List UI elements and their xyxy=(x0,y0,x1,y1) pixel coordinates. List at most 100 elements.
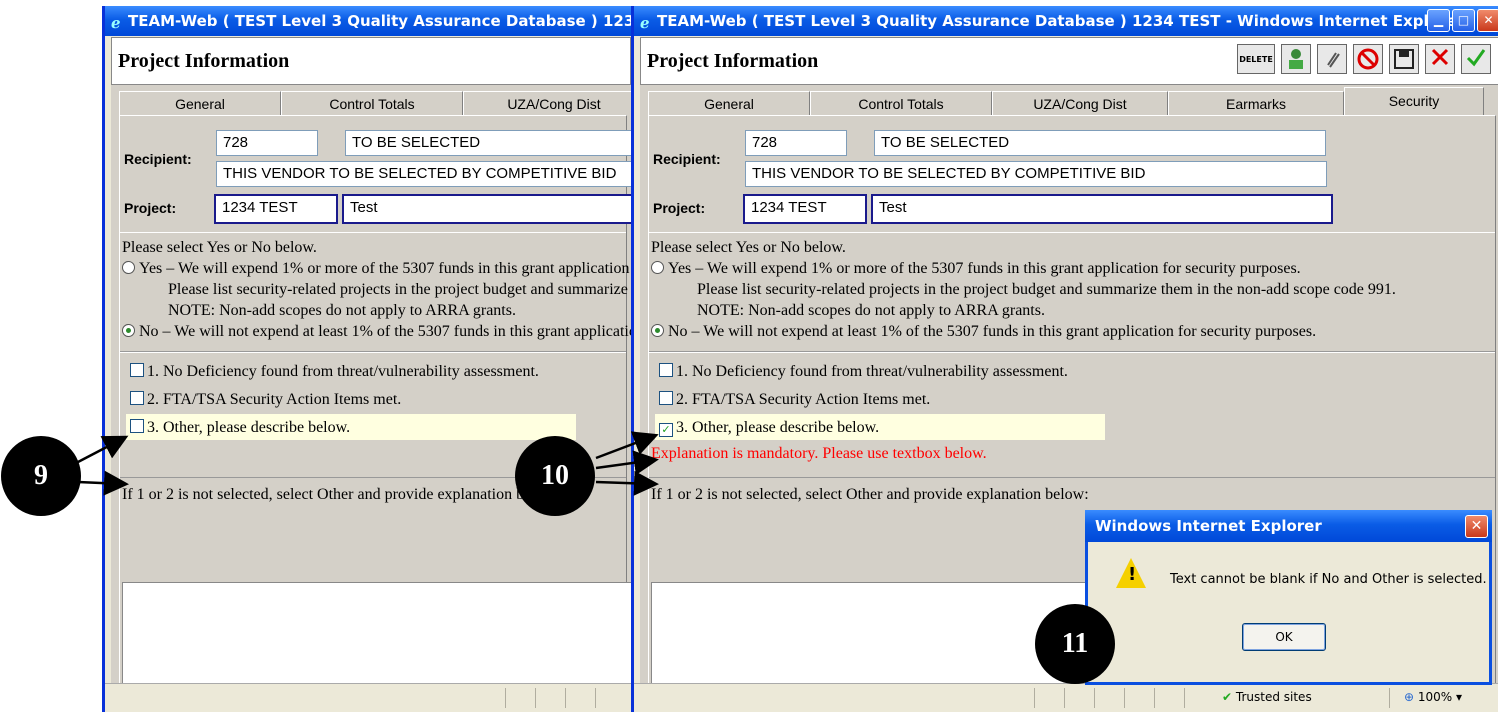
ie-logo-icon: ℯ xyxy=(640,14,650,32)
tab-general[interactable]: General xyxy=(648,91,810,115)
checkbox-3[interactable]: 3. Other, please describe below. xyxy=(130,419,350,437)
minimize-button[interactable]: ▁ xyxy=(1427,9,1450,32)
checkbox-3[interactable]: ✓ 3. Other, please describe below. xyxy=(659,419,879,437)
no-option[interactable]: No – We will not expend at least 1% of t… xyxy=(122,323,635,341)
checkbox-3-box[interactable]: ✓ xyxy=(659,423,673,437)
yes-option-label: Yes – We will expend 1% or more of the 5… xyxy=(668,260,1301,277)
recipient-id-field[interactable]: 728 xyxy=(216,130,318,156)
security-choice-section: Please select Yes or No below. Yes – We … xyxy=(649,232,1495,352)
status-divider xyxy=(1094,688,1095,708)
yes-note-2: NOTE: Non-add scopes do not apply to ARR… xyxy=(168,302,516,319)
page-header: Project Information DELETE xyxy=(640,37,1498,85)
yes-option[interactable]: Yes – We will expend 1% or more of the 5… xyxy=(651,260,1301,278)
no-option[interactable]: No – We will not expend at least 1% of t… xyxy=(651,323,1316,341)
user-icon[interactable] xyxy=(1281,44,1311,74)
ie-logo-icon: ℯ xyxy=(111,14,121,32)
cancel-icon xyxy=(1431,48,1449,66)
tab-earmarks[interactable]: Earmarks xyxy=(1168,91,1344,115)
checkmark-icon xyxy=(1466,49,1486,67)
explain-prompt: If 1 or 2 is not selected, select Other … xyxy=(651,486,1089,503)
tab-uza-cong-dist[interactable]: UZA/Cong Dist xyxy=(992,91,1168,115)
no-radio[interactable] xyxy=(122,324,135,337)
dialog-close-button[interactable]: ✕ xyxy=(1465,515,1488,538)
dialog-ok-button[interactable]: OK xyxy=(1242,623,1326,651)
yes-note-1: Please list security-related projects in… xyxy=(697,281,1396,298)
warning-icon: ! xyxy=(1116,558,1146,588)
dialog-message: Text cannot be blank if No and Other is … xyxy=(1170,572,1487,587)
checkbox-2-box[interactable] xyxy=(130,391,144,405)
project-name-field[interactable]: Test xyxy=(871,194,1333,224)
zoom-control[interactable]: ⊕ 100% ▾ xyxy=(1404,690,1462,704)
checkbox-3-box[interactable] xyxy=(130,419,144,433)
window-title: TEAM-Web ( TEST Level 3 Quality Assuranc… xyxy=(128,12,635,30)
project-label: Project: xyxy=(124,200,177,216)
window-titlebar: ℯ TEAM-Web ( TEST Level 3 Quality Assuran… xyxy=(105,6,635,36)
dialog-title: Windows Internet Explorer xyxy=(1095,517,1322,535)
project-id-field[interactable]: 1234 TEST xyxy=(743,194,867,224)
no-option-label: No – We will not expend at least 1% of t… xyxy=(139,323,635,340)
checkbox-2[interactable]: 2. FTA/TSA Security Action Items met. xyxy=(130,391,401,409)
select-prompt: Please select Yes or No below. xyxy=(122,239,317,256)
save-button[interactable] xyxy=(1389,44,1419,74)
checkbox-1[interactable]: 1. No Deficiency found from threat/vulne… xyxy=(659,363,1068,381)
zone-label: Trusted sites xyxy=(1235,690,1312,704)
recipient-vendor-field[interactable]: THIS VENDOR TO BE SELECTED BY COMPETITIV… xyxy=(745,161,1327,187)
yes-radio[interactable] xyxy=(122,261,135,274)
checkmark-icon: ✔ xyxy=(1222,690,1233,704)
checkbox-2-label: 2. FTA/TSA Security Action Items met. xyxy=(147,391,402,408)
window-title: TEAM-Web ( TEST Level 3 Quality Assuranc… xyxy=(657,12,1464,30)
page-title: Project Information xyxy=(647,50,819,72)
tab-control-totals[interactable]: Control Totals xyxy=(281,91,463,115)
tab-control-totals[interactable]: Control Totals xyxy=(810,91,992,115)
trusted-sites-zone: ✔ Trusted sites xyxy=(1222,690,1312,704)
status-divider xyxy=(535,688,536,708)
status-divider xyxy=(1124,688,1125,708)
checkbox-1-box[interactable] xyxy=(130,363,144,377)
checkbox-1-box[interactable] xyxy=(659,363,673,377)
no-entry-icon[interactable] xyxy=(1353,44,1383,74)
page-header: Project Information xyxy=(111,37,631,85)
no-radio[interactable] xyxy=(651,324,664,337)
recipient-name-field[interactable]: TO BE SELECTED xyxy=(874,130,1326,156)
tab-general[interactable]: General xyxy=(119,91,281,115)
close-button[interactable]: ✕ xyxy=(1477,9,1498,32)
checkbox-2[interactable]: 2. FTA/TSA Security Action Items met. xyxy=(659,391,930,409)
delete-button[interactable]: DELETE xyxy=(1237,44,1275,74)
zoom-icon: ⊕ xyxy=(1404,690,1415,704)
recipient-vendor-field[interactable]: THIS VENDOR TO BE SELECTED BY COMPETITIV… xyxy=(216,161,635,187)
checkbox-2-label: 2. FTA/TSA Security Action Items met. xyxy=(676,391,931,408)
status-divider xyxy=(565,688,566,708)
tab-security[interactable]: Security xyxy=(1344,87,1484,115)
page-title: Project Information xyxy=(118,50,290,72)
status-divider xyxy=(1184,688,1185,708)
maximize-button[interactable]: □ xyxy=(1452,9,1475,32)
chevron-down-icon[interactable]: ▾ xyxy=(1456,690,1462,704)
user-icon xyxy=(1289,49,1303,69)
explain-prompt: If 1 or 2 is not selected, select Other … xyxy=(122,486,560,503)
status-divider xyxy=(595,688,596,708)
checkbox-2-box[interactable] xyxy=(659,391,673,405)
checkbox-section: 1. No Deficiency found from threat/vulne… xyxy=(649,352,1495,478)
status-bar: ✔ Trusted sites ⊕ 100% ▾ xyxy=(634,683,1498,712)
yes-option-label: Yes – We will expend 1% or more of the 5… xyxy=(139,260,635,277)
status-divider xyxy=(1154,688,1155,708)
tab-uza-cong-dist[interactable]: UZA/Cong Dist xyxy=(463,91,635,115)
recipient-name-field[interactable]: TO BE SELECTED xyxy=(345,130,635,156)
project-label: Project: xyxy=(653,200,706,216)
paperclip-icon xyxy=(1327,52,1340,68)
checkbox-1[interactable]: 1. No Deficiency found from threat/vulne… xyxy=(130,363,539,381)
checkbox-3-label: 3. Other, please describe below. xyxy=(676,419,880,436)
ok-button[interactable] xyxy=(1461,44,1491,74)
yes-option[interactable]: Yes – We will expend 1% or more of the 5… xyxy=(122,260,635,278)
yes-radio[interactable] xyxy=(651,261,664,274)
tab-strip: General Control Totals UZA/Cong Dist Ear… xyxy=(648,87,1496,115)
project-name-field[interactable]: Test xyxy=(342,194,635,224)
recipient-id-field[interactable]: 728 xyxy=(745,130,847,156)
security-choice-section: Please select Yes or No below. Yes – We … xyxy=(120,232,635,352)
attach-icon[interactable] xyxy=(1317,44,1347,74)
project-id-field[interactable]: 1234 TEST xyxy=(214,194,338,224)
page-content: Project Information General Control Tota… xyxy=(111,37,635,702)
checkbox-3-label: 3. Other, please describe below. xyxy=(147,419,351,436)
save-icon xyxy=(1394,49,1414,69)
cancel-button[interactable] xyxy=(1425,44,1455,74)
